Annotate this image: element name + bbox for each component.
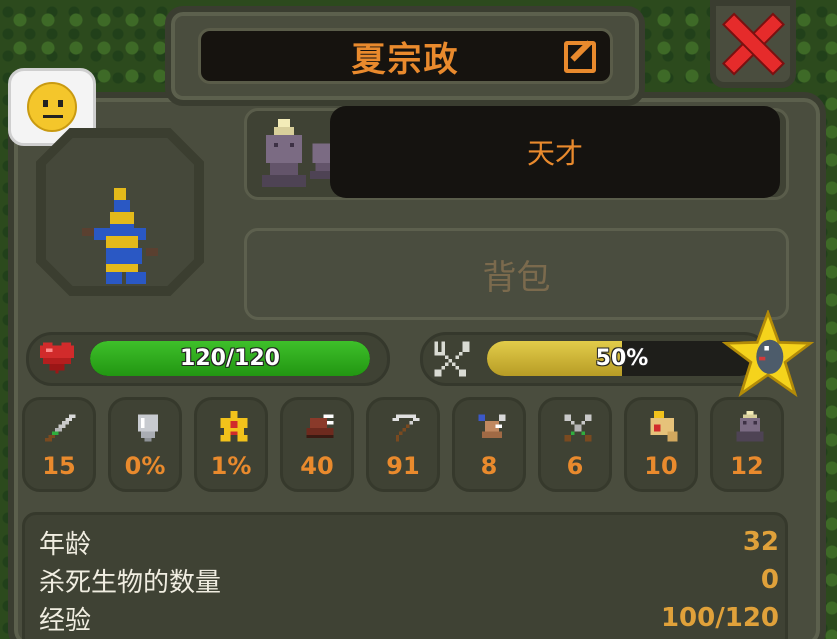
health-bar: 120/120	[90, 341, 370, 376]
sword-icon	[45, 414, 76, 442]
pickaxe-icon	[478, 414, 506, 439]
stat-value: 40	[300, 452, 334, 480]
close-button[interactable]	[710, 0, 796, 88]
stat-combat[interactable]: 6	[538, 397, 612, 492]
info-value: 0	[760, 565, 779, 595]
info-row-experience: 经验 100/120	[39, 599, 779, 637]
stat-value: 91	[386, 452, 420, 480]
info-label: 年龄	[39, 529, 92, 560]
stat-value: 0%	[124, 452, 166, 480]
stat-mining[interactable]: 8	[452, 397, 526, 492]
stat-harvest[interactable]: 91	[366, 397, 440, 492]
critical-star-icon	[220, 411, 248, 442]
fork-knife-icon	[434, 341, 470, 377]
crossed-swords-icon	[564, 414, 592, 442]
stat-defense[interactable]: 0%	[108, 397, 182, 492]
character-name-bar: 夏宗政	[198, 28, 613, 84]
shield-icon	[137, 414, 159, 442]
info-row-age: 年龄 32	[39, 523, 779, 561]
trait-label: 天才	[526, 137, 583, 170]
backpack-label: 背包	[482, 257, 551, 298]
stat-value: 15	[42, 452, 76, 480]
info-label: 杀死生物的数量	[39, 567, 222, 598]
heart-icon	[40, 342, 74, 374]
info-label: 经验	[39, 605, 92, 636]
stat-speed[interactable]: 40	[280, 397, 354, 492]
stat-faith[interactable]: 12	[710, 397, 784, 492]
backpack-button[interactable]: 背包	[244, 228, 789, 320]
info-value: 100/120	[660, 603, 779, 633]
info-panel: 年龄 32 杀死生物的数量 0 经验 100/120	[22, 512, 788, 639]
stat-value: 8	[480, 452, 498, 480]
stat-value: 10	[644, 452, 678, 480]
close-icon[interactable]	[723, 14, 783, 74]
hunger-value: 50%	[595, 346, 649, 371]
edit-name-icon[interactable]	[564, 41, 596, 73]
boot-speed-icon	[306, 414, 334, 439]
character-sprite	[82, 188, 158, 284]
stat-value: 6	[566, 452, 584, 480]
stat-value: 1%	[210, 452, 252, 480]
stat-attack[interactable]: 15	[22, 397, 96, 492]
health-value: 120/120	[180, 346, 280, 371]
stat-critical[interactable]: 1%	[194, 397, 268, 492]
info-value: 32	[742, 527, 779, 557]
scroll-icon	[650, 411, 678, 442]
favorite-star-fish-icon[interactable]	[722, 310, 814, 400]
info-row-kills: 杀死生物的数量 0	[39, 561, 779, 599]
character-name: 夏宗政	[351, 39, 460, 80]
stat-knowledge[interactable]: 10	[624, 397, 698, 492]
stats-row: 15 0% 1% 40 91 8 6 10 12	[22, 397, 812, 492]
stat-value: 12	[730, 452, 764, 480]
neutral-face-icon	[27, 82, 77, 132]
trait-bar[interactable]: 天才	[330, 106, 780, 198]
totem-icon	[262, 119, 306, 187]
totem-icon	[736, 411, 764, 442]
hunger-bar: 50%	[487, 341, 757, 376]
scythe-icon	[392, 414, 420, 442]
